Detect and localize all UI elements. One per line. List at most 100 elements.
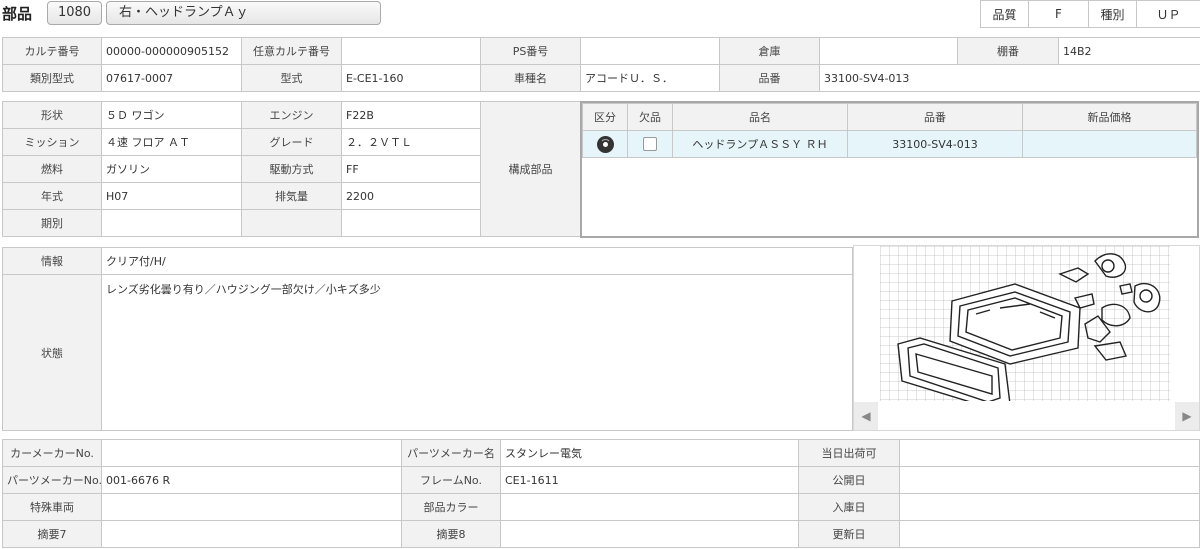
stock-date-value	[899, 493, 1200, 521]
disc-icon	[596, 135, 614, 153]
drive-value: FF	[341, 155, 481, 183]
quality-value: F	[1028, 0, 1089, 28]
opt-karte-label: 任意カルテ番号	[241, 37, 342, 65]
year-label: 年式	[2, 182, 102, 210]
special-car-label: 特殊車両	[2, 493, 102, 521]
special-car-value	[101, 493, 402, 521]
parts-maker-name-label: パーツメーカー名	[401, 439, 501, 467]
condition-label: 状態	[2, 274, 102, 431]
part-color-label: 部品カラー	[401, 493, 501, 521]
parts-maker-no-label: パーツメーカーNo.	[2, 466, 102, 494]
shelf-value: 14B2	[1058, 37, 1200, 65]
missing-checkbox[interactable]	[643, 137, 657, 151]
category-cell	[582, 130, 628, 158]
shelf-label: 棚番	[957, 37, 1059, 65]
part-no-value: 33100-SV4-013	[819, 64, 1200, 92]
car-name-label: 車種名	[480, 64, 581, 92]
notes-table: 情報 クリア付/H/ 状態 レンズ劣化曇り有り／ハウジング一部欠け／小キズ多少	[2, 247, 853, 431]
components-panel: 区分 欠品 品名 品番 新品価格 ヘッドランプＡＳＳＹ ＲＨ 33100-SV4…	[580, 101, 1199, 238]
opt-karte-value	[341, 37, 481, 65]
info-label: 情報	[2, 247, 102, 275]
period-label: 期別	[2, 209, 102, 237]
karte-no-label: カルテ番号	[2, 37, 102, 65]
displacement-value: 2200	[341, 182, 481, 210]
part-no-label: 品番	[719, 64, 820, 92]
update-date-value	[899, 520, 1200, 548]
model-class-label: 類別型式	[2, 64, 102, 92]
car-name-value: アコードＵ．Ｓ．	[580, 64, 720, 92]
empty-value	[341, 209, 481, 237]
col-category: 区分	[582, 103, 628, 131]
shape-label: 形状	[2, 101, 102, 129]
condition-value: レンズ劣化曇り有り／ハウジング一部欠け／小キズ多少	[101, 274, 853, 431]
same-day-label: 当日出荷可	[798, 439, 900, 467]
type-label: 種別	[1088, 0, 1137, 28]
period-value	[101, 209, 242, 237]
headlamp-diagram	[880, 246, 1170, 401]
col-new-price: 新品価格	[1022, 103, 1197, 131]
model-label: 型式	[241, 64, 342, 92]
components-label: 構成部品	[480, 101, 581, 237]
car-maker-no-label: カーメーカーNo.	[2, 439, 102, 467]
page-title: 部品	[2, 5, 33, 23]
grade-label: グレード	[241, 128, 342, 156]
engine-value: F22B	[341, 101, 481, 129]
table-row[interactable]: ヘッドランプＡＳＳＹ ＲＨ 33100-SV4-013	[582, 130, 1197, 158]
parts-maker-name-value: スタンレー電気	[500, 439, 799, 467]
drive-label: 駆動方式	[241, 155, 342, 183]
missing-cell	[627, 130, 673, 158]
stock-date-label: 入庫日	[798, 493, 900, 521]
new-price-cell	[1022, 130, 1197, 158]
summary8-value	[500, 520, 799, 548]
publish-date-value	[899, 466, 1200, 494]
fuel-label: 燃料	[2, 155, 102, 183]
part-code-field[interactable]: 1080	[47, 1, 102, 25]
same-day-value	[899, 439, 1200, 467]
frame-no-label: フレームNo.	[401, 466, 501, 494]
update-date-label: 更新日	[798, 520, 900, 548]
frame-no-value: CE1-1611	[500, 466, 799, 494]
mission-value: ４速 フロア ＡＴ	[101, 128, 242, 156]
triangle-left-icon: ◀	[861, 409, 871, 423]
publish-date-label: 公開日	[798, 466, 900, 494]
summary7-value	[101, 520, 402, 548]
part-name-field[interactable]: 右・ヘッドランプＡｙ	[106, 1, 381, 25]
displacement-label: 排気量	[241, 182, 342, 210]
parts-maker-no-value: 001-6676 R	[101, 466, 402, 494]
summary7-label: 摘要7	[2, 520, 102, 548]
quality-label: 品質	[980, 0, 1029, 28]
part-name-cell: ヘッドランプＡＳＳＹ ＲＨ	[672, 130, 848, 158]
next-image-button[interactable]: ▶	[1175, 402, 1199, 430]
info-value: クリア付/H/	[101, 247, 853, 275]
model-class-value: 07617-0007	[101, 64, 242, 92]
karte-info-table: カルテ番号 00000-000000905152 任意カルテ番号 PS番号 倉庫…	[2, 37, 1200, 92]
quality-type-table: 品質 F 種別 ＵＰ	[980, 0, 1200, 28]
fuel-value: ガソリン	[101, 155, 242, 183]
part-number-cell: 33100-SV4-013	[847, 130, 1023, 158]
col-part-name: 品名	[672, 103, 848, 131]
warehouse-value	[819, 37, 958, 65]
triangle-right-icon: ▶	[1182, 409, 1192, 423]
warehouse-label: 倉庫	[719, 37, 820, 65]
type-value: ＵＰ	[1136, 0, 1200, 28]
ps-no-label: PS番号	[480, 37, 581, 65]
ps-no-value	[580, 37, 720, 65]
col-missing: 欠品	[627, 103, 673, 131]
part-image-viewer: ◀ ▶	[853, 245, 1200, 431]
summary8-label: 摘要8	[401, 520, 501, 548]
karte-no-value: 00000-000000905152	[101, 37, 242, 65]
prev-image-button[interactable]: ◀	[854, 402, 878, 430]
part-color-value	[500, 493, 799, 521]
empty-label	[241, 209, 342, 237]
vehicle-spec-table: 形状 ５Ｄ ワゴン エンジン F22B 構成部品 ミッション ４速 フロア ＡＴ…	[2, 101, 581, 237]
grade-value: ２．２ＶＴＬ	[341, 128, 481, 156]
maker-info-table: カーメーカーNo. パーツメーカー名 スタンレー電気 当日出荷可 パーツメーカー…	[2, 439, 1200, 548]
components-table: 区分 欠品 品名 品番 新品価格 ヘッドランプＡＳＳＹ ＲＨ 33100-SV4…	[582, 103, 1197, 158]
car-maker-no-value	[101, 439, 402, 467]
model-value: E-CE1-160	[341, 64, 481, 92]
shape-value: ５Ｄ ワゴン	[101, 101, 242, 129]
engine-label: エンジン	[241, 101, 342, 129]
col-part-number: 品番	[847, 103, 1023, 131]
mission-label: ミッション	[2, 128, 102, 156]
year-value: H07	[101, 182, 242, 210]
